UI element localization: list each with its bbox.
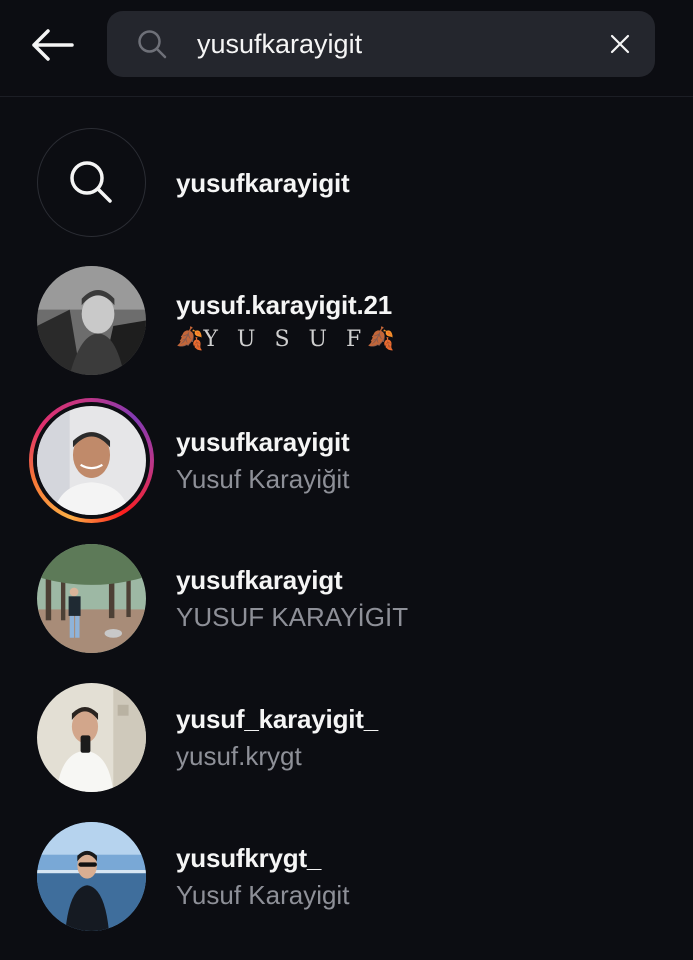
profile-photo [37, 406, 146, 515]
account-row[interactable]: yusufkarayigt YUSUF KARAYİGİT [0, 534, 693, 664]
arrow-left-icon [32, 29, 74, 61]
account-row[interactable]: yusufkrygt_ Yusuf Karayigit [0, 812, 693, 942]
story-ring[interactable] [29, 398, 154, 523]
account-text: yusufkarayigit Yusuf Karayiğit [176, 396, 350, 526]
account-text: yusuf_karayigit_ yusuf.krygt [176, 673, 378, 803]
full-name: YUSUF KARAYİGİT [176, 602, 409, 632]
leaf-emoji: 🍂 [367, 327, 395, 352]
search-icon [70, 161, 112, 203]
full-name: 🍂Y U S U F🍂 [176, 327, 395, 352]
suggestion-text: yusufkarayigit [176, 118, 350, 248]
account-row[interactable]: yusufkarayigit Yusuf Karayiğit [0, 396, 693, 526]
username: yusufkrygt_ [176, 843, 322, 873]
account-text: yusufkrygt_ Yusuf Karayigit [176, 812, 349, 942]
profile-photo [37, 822, 146, 931]
username: yusuf_karayigit_ [176, 704, 379, 734]
leaf-emoji: 🍂 [176, 327, 204, 352]
username: yusuf.karayigit.21 [176, 290, 393, 320]
full-name: yusuf.krygt [176, 741, 302, 771]
search-icon [138, 30, 167, 59]
keyword-suggestion-row[interactable]: yusufkarayigit [0, 118, 693, 248]
username: yusufkarayigit [176, 427, 350, 457]
avatar[interactable] [37, 822, 146, 931]
full-name: Yusuf Karayigit [176, 880, 350, 910]
account-row[interactable]: yusuf.karayigit.21 🍂Y U S U F🍂 [0, 256, 693, 386]
avatar [37, 406, 146, 515]
profile-photo [37, 683, 146, 792]
back-button[interactable] [26, 22, 78, 68]
close-icon [610, 34, 630, 54]
username: yusufkarayigt [176, 565, 343, 595]
avatar[interactable] [37, 544, 146, 653]
account-row[interactable]: yusuf_karayigit_ yusuf.krygt [0, 673, 693, 803]
profile-photo [37, 266, 146, 375]
suggestion-label: yusufkarayigit [176, 167, 350, 198]
top-bar [0, 0, 693, 97]
search-input[interactable] [197, 21, 587, 67]
account-text: yusufkarayigt YUSUF KARAYİGİT [176, 534, 408, 664]
avatar[interactable] [37, 683, 146, 792]
full-name: Yusuf Karayiğit [176, 464, 350, 494]
search-bar [107, 11, 655, 77]
full-name-text: Y U S U F [203, 327, 368, 352]
avatar[interactable] [37, 266, 146, 375]
clear-search-button[interactable] [601, 25, 639, 63]
profile-photo [37, 544, 146, 653]
account-text: yusuf.karayigit.21 🍂Y U S U F🍂 [176, 256, 395, 386]
search-suggestion-avatar [37, 128, 146, 237]
